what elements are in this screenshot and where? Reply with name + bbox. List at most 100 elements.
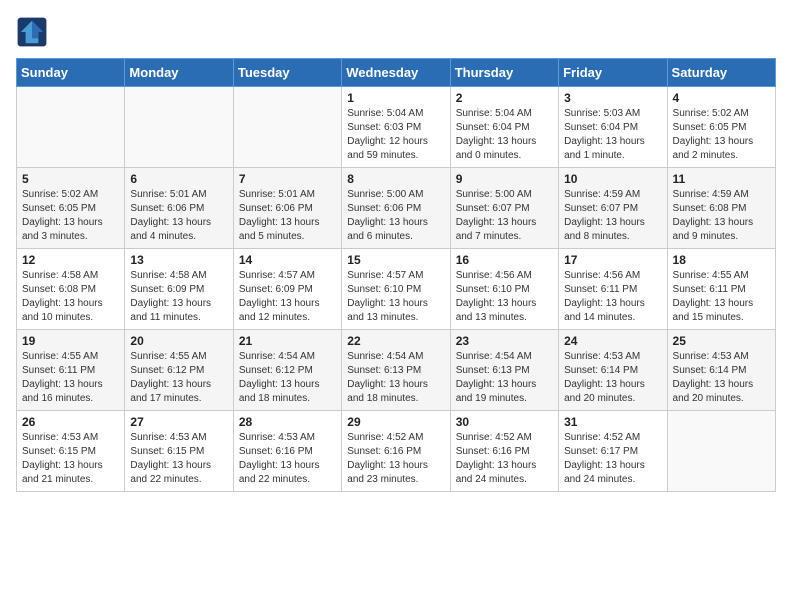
day-number: 6 [130, 172, 227, 186]
calendar-cell: 19Sunrise: 4:55 AM Sunset: 6:11 PM Dayli… [17, 330, 125, 411]
calendar-cell: 12Sunrise: 4:58 AM Sunset: 6:08 PM Dayli… [17, 249, 125, 330]
day-number: 20 [130, 334, 227, 348]
calendar-cell [125, 87, 233, 168]
calendar-cell: 27 Sunrise: 4:53 AM Sunset: 6:15 PM Dayli… [125, 411, 233, 492]
day-number: 1 [347, 91, 444, 105]
day-number: 24 [564, 334, 661, 348]
day-info: Sunrise: 5:00 AM Sunset: 6:06 PM Dayligh… [347, 188, 444, 244]
weekday-header-friday: Friday [559, 59, 667, 87]
calendar-cell: 21Sunrise: 4:54 AM Sunset: 6:12 PM Dayli… [233, 330, 341, 411]
calendar-table: SundayMondayTuesdayWednesdayThursdayFrid… [16, 58, 776, 492]
day-info: Sunrise: 4:52 AM Sunset: 6:16 PM Dayligh… [347, 431, 444, 487]
day-info: Sunrise: 4:55 AM Sunset: 6:12 PM Dayligh… [130, 350, 227, 406]
day-info: Sunrise: 4:56 AM Sunset: 6:11 PM Dayligh… [564, 269, 661, 325]
calendar-cell: 30 Sunrise: 4:52 AM Sunset: 6:16 PM Dayli… [450, 411, 558, 492]
day-info: Sunrise: 4:56 AM Sunset: 6:10 PM Dayligh… [456, 269, 553, 325]
day-number: 13 [130, 253, 227, 267]
calendar-cell: 10Sunrise: 4:59 AM Sunset: 6:07 PM Dayli… [559, 168, 667, 249]
calendar-cell: 9 Sunrise: 5:00 AM Sunset: 6:07 PM Daylig… [450, 168, 558, 249]
day-number: 15 [347, 253, 444, 267]
weekday-header-tuesday: Tuesday [233, 59, 341, 87]
day-number: 11 [673, 172, 770, 186]
day-info: Sunrise: 4:57 AM Sunset: 6:10 PM Dayligh… [347, 269, 444, 325]
calendar-cell: 16 Sunrise: 4:56 AM Sunset: 6:10 PM Dayli… [450, 249, 558, 330]
calendar-cell [667, 411, 775, 492]
calendar-week-4: 19Sunrise: 4:55 AM Sunset: 6:11 PM Dayli… [17, 330, 776, 411]
calendar-cell: 29 Sunrise: 4:52 AM Sunset: 6:16 PM Dayli… [342, 411, 450, 492]
calendar-cell: 8Sunrise: 5:00 AM Sunset: 6:06 PM Daylig… [342, 168, 450, 249]
day-number: 18 [673, 253, 770, 267]
day-info: Sunrise: 4:57 AM Sunset: 6:09 PM Dayligh… [239, 269, 336, 325]
calendar-cell: 17 Sunrise: 4:56 AM Sunset: 6:11 PM Dayli… [559, 249, 667, 330]
calendar-cell: 5 Sunrise: 5:02 AM Sunset: 6:05 PM Daylig… [17, 168, 125, 249]
calendar-cell: 7 Sunrise: 5:01 AM Sunset: 6:06 PM Daylig… [233, 168, 341, 249]
calendar-cell: 18 Sunrise: 4:55 AM Sunset: 6:11 PM Dayli… [667, 249, 775, 330]
day-info: Sunrise: 4:52 AM Sunset: 6:16 PM Dayligh… [456, 431, 553, 487]
day-info: Sunrise: 4:53 AM Sunset: 6:15 PM Dayligh… [22, 431, 119, 487]
calendar-cell: 24 Sunrise: 4:53 AM Sunset: 6:14 PM Dayli… [559, 330, 667, 411]
day-info: Sunrise: 4:54 AM Sunset: 6:13 PM Dayligh… [456, 350, 553, 406]
day-info: Sunrise: 4:55 AM Sunset: 6:11 PM Dayligh… [673, 269, 770, 325]
calendar-week-1: 1 Sunrise: 5:04 AM Sunset: 6:03 PM Daylig… [17, 87, 776, 168]
day-number: 4 [673, 91, 770, 105]
calendar-cell: 25 Sunrise: 4:53 AM Sunset: 6:14 PM Dayli… [667, 330, 775, 411]
calendar-cell: 6 Sunrise: 5:01 AM Sunset: 6:06 PM Daylig… [125, 168, 233, 249]
weekday-header-monday: Monday [125, 59, 233, 87]
logo [16, 16, 52, 48]
day-number: 14 [239, 253, 336, 267]
day-info: Sunrise: 5:01 AM Sunset: 6:06 PM Dayligh… [239, 188, 336, 244]
day-number: 19 [22, 334, 119, 348]
day-number: 17 [564, 253, 661, 267]
day-info: Sunrise: 4:59 AM Sunset: 6:08 PM Dayligh… [673, 188, 770, 244]
day-info: Sunrise: 5:02 AM Sunset: 6:05 PM Dayligh… [673, 107, 770, 163]
day-number: 26 [22, 415, 119, 429]
day-number: 31 [564, 415, 661, 429]
day-number: 29 [347, 415, 444, 429]
calendar-cell: 14 Sunrise: 4:57 AM Sunset: 6:09 PM Dayli… [233, 249, 341, 330]
calendar-cell [17, 87, 125, 168]
day-number: 28 [239, 415, 336, 429]
weekday-header-sunday: Sunday [17, 59, 125, 87]
day-info: Sunrise: 5:02 AM Sunset: 6:05 PM Dayligh… [22, 188, 119, 244]
day-info: Sunrise: 5:03 AM Sunset: 6:04 PM Dayligh… [564, 107, 661, 163]
day-info: Sunrise: 4:53 AM Sunset: 6:15 PM Dayligh… [130, 431, 227, 487]
day-info: Sunrise: 5:00 AM Sunset: 6:07 PM Dayligh… [456, 188, 553, 244]
day-info: Sunrise: 4:52 AM Sunset: 6:17 PM Dayligh… [564, 431, 661, 487]
day-info: Sunrise: 4:54 AM Sunset: 6:13 PM Dayligh… [347, 350, 444, 406]
day-info: Sunrise: 4:53 AM Sunset: 6:14 PM Dayligh… [673, 350, 770, 406]
calendar-cell: 23Sunrise: 4:54 AM Sunset: 6:13 PM Dayli… [450, 330, 558, 411]
calendar-cell [233, 87, 341, 168]
calendar-cell: 26 Sunrise: 4:53 AM Sunset: 6:15 PM Dayli… [17, 411, 125, 492]
day-number: 7 [239, 172, 336, 186]
calendar-cell: 2Sunrise: 5:04 AM Sunset: 6:04 PM Daylig… [450, 87, 558, 168]
day-number: 3 [564, 91, 661, 105]
day-info: Sunrise: 4:58 AM Sunset: 6:09 PM Dayligh… [130, 269, 227, 325]
day-info: Sunrise: 4:59 AM Sunset: 6:07 PM Dayligh… [564, 188, 661, 244]
day-info: Sunrise: 5:01 AM Sunset: 6:06 PM Dayligh… [130, 188, 227, 244]
day-number: 30 [456, 415, 553, 429]
day-number: 25 [673, 334, 770, 348]
page-header [16, 16, 776, 48]
day-info: Sunrise: 4:54 AM Sunset: 6:12 PM Dayligh… [239, 350, 336, 406]
calendar-cell: 28 Sunrise: 4:53 AM Sunset: 6:16 PM Dayli… [233, 411, 341, 492]
weekday-header-saturday: Saturday [667, 59, 775, 87]
day-number: 22 [347, 334, 444, 348]
calendar-week-3: 12Sunrise: 4:58 AM Sunset: 6:08 PM Dayli… [17, 249, 776, 330]
day-number: 16 [456, 253, 553, 267]
calendar-cell: 13 Sunrise: 4:58 AM Sunset: 6:09 PM Dayli… [125, 249, 233, 330]
day-number: 9 [456, 172, 553, 186]
calendar-cell: 22 Sunrise: 4:54 AM Sunset: 6:13 PM Dayli… [342, 330, 450, 411]
calendar-cell: 15 Sunrise: 4:57 AM Sunset: 6:10 PM Dayli… [342, 249, 450, 330]
calendar-week-5: 26 Sunrise: 4:53 AM Sunset: 6:15 PM Dayli… [17, 411, 776, 492]
day-number: 2 [456, 91, 553, 105]
day-info: Sunrise: 4:53 AM Sunset: 6:14 PM Dayligh… [564, 350, 661, 406]
days-of-week-row: SundayMondayTuesdayWednesdayThursdayFrid… [17, 59, 776, 87]
day-number: 5 [22, 172, 119, 186]
day-number: 12 [22, 253, 119, 267]
weekday-header-thursday: Thursday [450, 59, 558, 87]
calendar-cell: 31 Sunrise: 4:52 AM Sunset: 6:17 PM Dayli… [559, 411, 667, 492]
day-info: Sunrise: 4:53 AM Sunset: 6:16 PM Dayligh… [239, 431, 336, 487]
day-info: Sunrise: 5:04 AM Sunset: 6:03 PM Dayligh… [347, 107, 444, 163]
day-number: 27 [130, 415, 227, 429]
calendar-cell: 3 Sunrise: 5:03 AM Sunset: 6:04 PM Daylig… [559, 87, 667, 168]
